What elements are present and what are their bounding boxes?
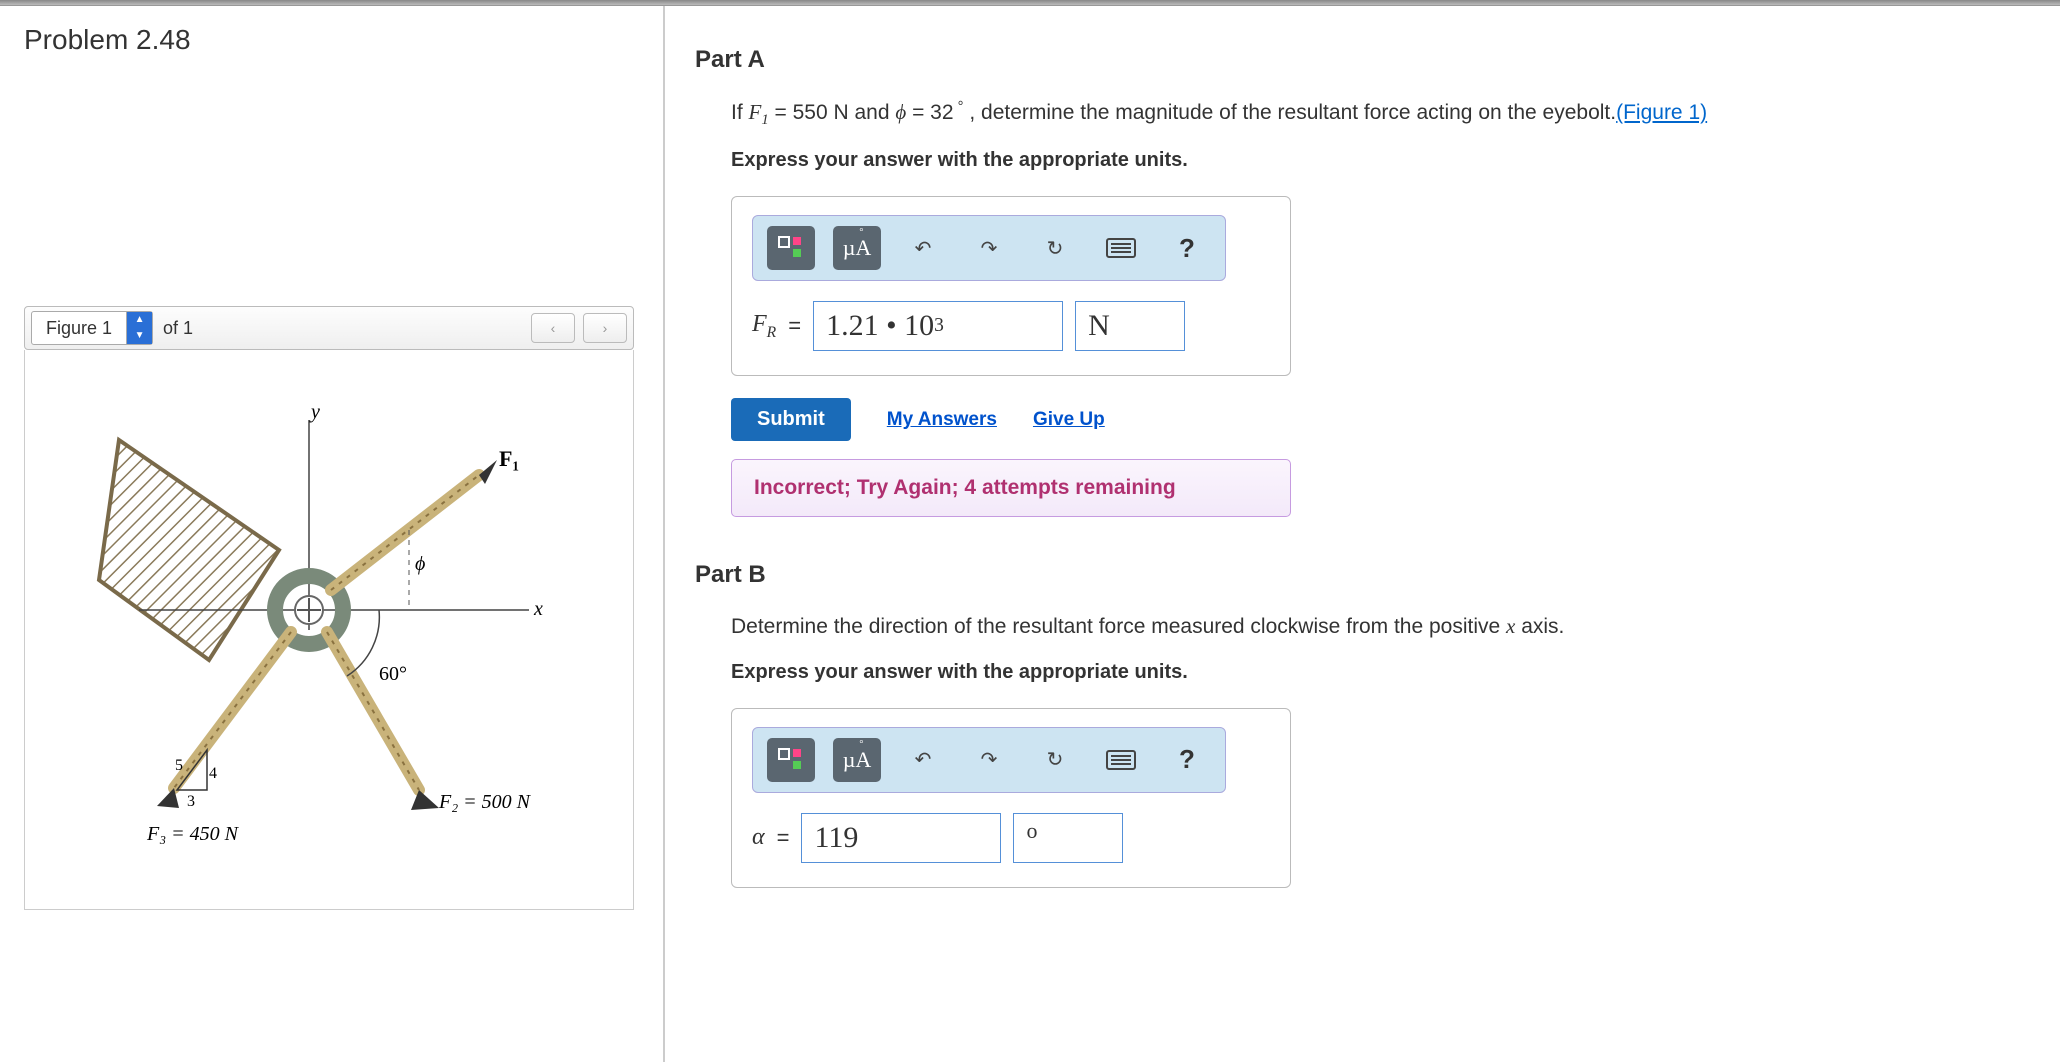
part-a-feedback: Incorrect; Try Again; 4 attempts remaini… bbox=[731, 459, 1291, 517]
help-icon[interactable]: ? bbox=[1163, 738, 1211, 782]
svg-text:F₂ = 500 N: F₂ = 500 N bbox=[438, 791, 532, 813]
reset-icon[interactable]: ↻ bbox=[1031, 226, 1079, 270]
part-b-units-instruction: Express your answer with the appropriate… bbox=[731, 661, 2030, 684]
part-a-actions: Submit My Answers Give Up bbox=[731, 398, 2030, 441]
part-a-units-instruction: Express your answer with the appropriate… bbox=[731, 149, 2030, 172]
template-icon[interactable] bbox=[767, 738, 815, 782]
svg-text:60°: 60° bbox=[379, 663, 407, 685]
part-b-answer-box: µA° ↶ ↷ ↻ ? α = 119 o bbox=[731, 708, 1291, 888]
svg-text:4: 4 bbox=[209, 765, 217, 782]
units-button[interactable]: µA° bbox=[833, 226, 881, 270]
part-a-toolbar: µA° ↶ ↷ ↻ ? bbox=[752, 215, 1226, 281]
left-panel: Problem 2.48 Figure 1 ▲▼ of 1 ‹ › y x bbox=[0, 6, 665, 1062]
part-a-unit-input[interactable]: N bbox=[1075, 301, 1185, 351]
reset-icon[interactable]: ↻ bbox=[1031, 738, 1079, 782]
help-icon[interactable]: ? bbox=[1163, 226, 1211, 270]
svg-text:3: 3 bbox=[187, 793, 195, 810]
part-b-label: Part B bbox=[695, 561, 2030, 589]
redo-icon[interactable]: ↷ bbox=[965, 226, 1013, 270]
part-b-answer-line: α = 119 o bbox=[752, 813, 1270, 863]
figure-spinner-icon[interactable]: ▲▼ bbox=[126, 312, 152, 344]
keyboard-icon[interactable] bbox=[1097, 738, 1145, 782]
figure-prev-button[interactable]: ‹ bbox=[531, 313, 575, 343]
part-b-variable: α bbox=[752, 824, 765, 851]
figure-next-button[interactable]: › bbox=[583, 313, 627, 343]
figure-count: of 1 bbox=[163, 318, 193, 339]
give-up-link[interactable]: Give Up bbox=[1033, 409, 1105, 431]
keyboard-icon[interactable] bbox=[1097, 226, 1145, 270]
svg-text:x: x bbox=[533, 598, 543, 620]
redo-icon[interactable]: ↷ bbox=[965, 738, 1013, 782]
svg-text:F₃ = 450 N: F₃ = 450 N bbox=[146, 823, 240, 845]
figure-label: Figure 1 bbox=[32, 318, 126, 339]
figure-toolbar: Figure 1 ▲▼ of 1 ‹ › bbox=[24, 306, 634, 350]
template-icon[interactable] bbox=[767, 226, 815, 270]
part-a-label: Part A bbox=[695, 46, 2030, 74]
part-b-prompt: Determine the direction of the resultant… bbox=[731, 611, 2030, 643]
part-a-variable: FR bbox=[752, 311, 776, 342]
figure-selector[interactable]: Figure 1 ▲▼ bbox=[31, 311, 153, 345]
my-answers-link[interactable]: My Answers bbox=[887, 409, 997, 431]
part-a-answer-line: FR = 1.21 • 103 N bbox=[752, 301, 1270, 351]
figure-link[interactable]: (Figure 1) bbox=[1616, 101, 1707, 124]
svg-text:F₁: F₁ bbox=[499, 446, 519, 471]
part-b-toolbar: µA° ↶ ↷ ↻ ? bbox=[752, 727, 1226, 793]
submit-button[interactable]: Submit bbox=[731, 398, 851, 441]
problem-title: Problem 2.48 bbox=[24, 24, 639, 56]
svg-text:ϕ: ϕ bbox=[415, 553, 425, 575]
svg-text:y: y bbox=[309, 401, 320, 423]
figure-image: y x F₁ ϕ F₂ = 500 N bbox=[24, 350, 634, 910]
right-panel: Part A If F1 = 550 N and ϕ = 32 ° , dete… bbox=[665, 6, 2060, 1062]
part-b-value-input[interactable]: 119 bbox=[801, 813, 1001, 863]
part-a-value-input[interactable]: 1.21 • 103 bbox=[813, 301, 1063, 351]
undo-icon[interactable]: ↶ bbox=[899, 738, 947, 782]
part-a-prompt: If F1 = 550 N and ϕ = 32 ° , determine t… bbox=[731, 96, 2030, 131]
units-button[interactable]: µA° bbox=[833, 738, 881, 782]
undo-icon[interactable]: ↶ bbox=[899, 226, 947, 270]
svg-text:5: 5 bbox=[175, 757, 183, 774]
part-a-answer-box: µA° ↶ ↷ ↻ ? FR = 1.21 • 103 N bbox=[731, 196, 1291, 376]
part-b-unit-input[interactable]: o bbox=[1013, 813, 1123, 863]
